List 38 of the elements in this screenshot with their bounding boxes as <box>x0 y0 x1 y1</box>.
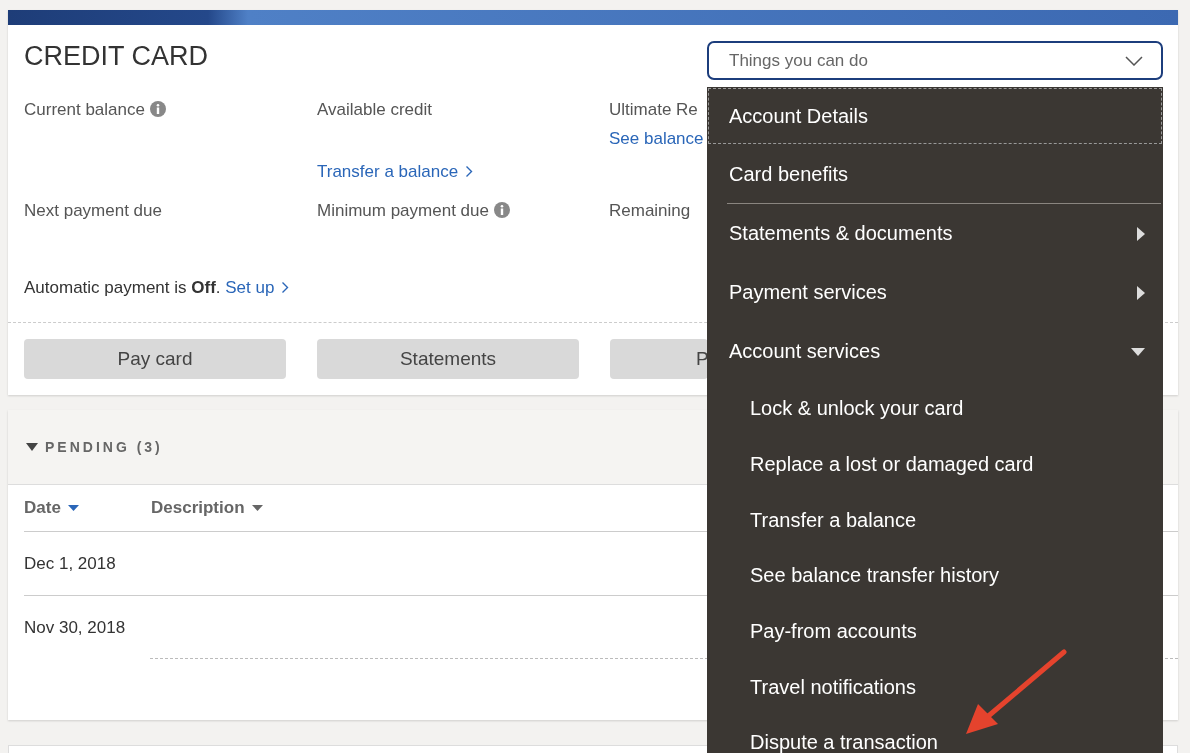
action-button[interactable]: P <box>610 339 708 379</box>
info-icon[interactable] <box>149 101 166 117</box>
column-header[interactable]: Date <box>24 498 151 518</box>
chevron-right-icon <box>465 165 474 178</box>
menu-item[interactable]: Account Details <box>707 87 1163 145</box>
menu-item[interactable]: Statements & documents <box>707 204 1163 263</box>
submenu-item[interactable]: See balance transfer history <box>707 548 1163 604</box>
summary-label: Next payment due <box>24 201 162 221</box>
section-title: PENDING (3) <box>45 439 163 455</box>
menu-item[interactable]: Payment services <box>707 263 1163 322</box>
actions-dropdown[interactable]: Things you can do <box>707 41 1163 80</box>
submenu-item[interactable]: Pay-from accounts <box>707 603 1163 660</box>
chevron-right-icon <box>281 281 290 294</box>
info-icon[interactable] <box>493 202 510 218</box>
menu-item[interactable]: Card benefits <box>707 145 1163 203</box>
card-title: CREDIT CARD <box>24 40 209 73</box>
summary-label: Available credit <box>317 100 432 120</box>
action-button[interactable]: Pay card <box>24 339 286 379</box>
setup-link[interactable]: Set up <box>225 278 290 297</box>
date-cell: Dec 1, 2018 <box>24 553 116 574</box>
summary-label: Minimum payment due <box>317 201 510 221</box>
chevron-down-icon <box>1125 55 1143 66</box>
date-cell: Nov 30, 2018 <box>24 617 126 638</box>
action-button[interactable]: Statements <box>317 339 579 379</box>
column-header[interactable]: Description <box>151 498 263 518</box>
menu-item[interactable]: Account services <box>707 322 1163 381</box>
autopay-status: Automatic payment is Off. <box>24 278 221 297</box>
caret-right-icon <box>1137 285 1145 300</box>
summary-label: Current balance <box>24 100 166 120</box>
caret-right-icon <box>1137 226 1145 241</box>
submenu-item[interactable]: Transfer a balance <box>707 492 1163 549</box>
submenu-item[interactable]: Dispute a transaction <box>707 715 1163 753</box>
submenu-item[interactable]: Travel notifications <box>707 659 1163 716</box>
caret-down-icon <box>1131 347 1145 356</box>
summary-label: Ultimate Re <box>609 100 698 120</box>
summary-label: Remaining <box>609 201 691 221</box>
summary-link[interactable]: Transfer a balance <box>317 162 474 182</box>
summary-link[interactable]: See balance <box>609 129 704 149</box>
